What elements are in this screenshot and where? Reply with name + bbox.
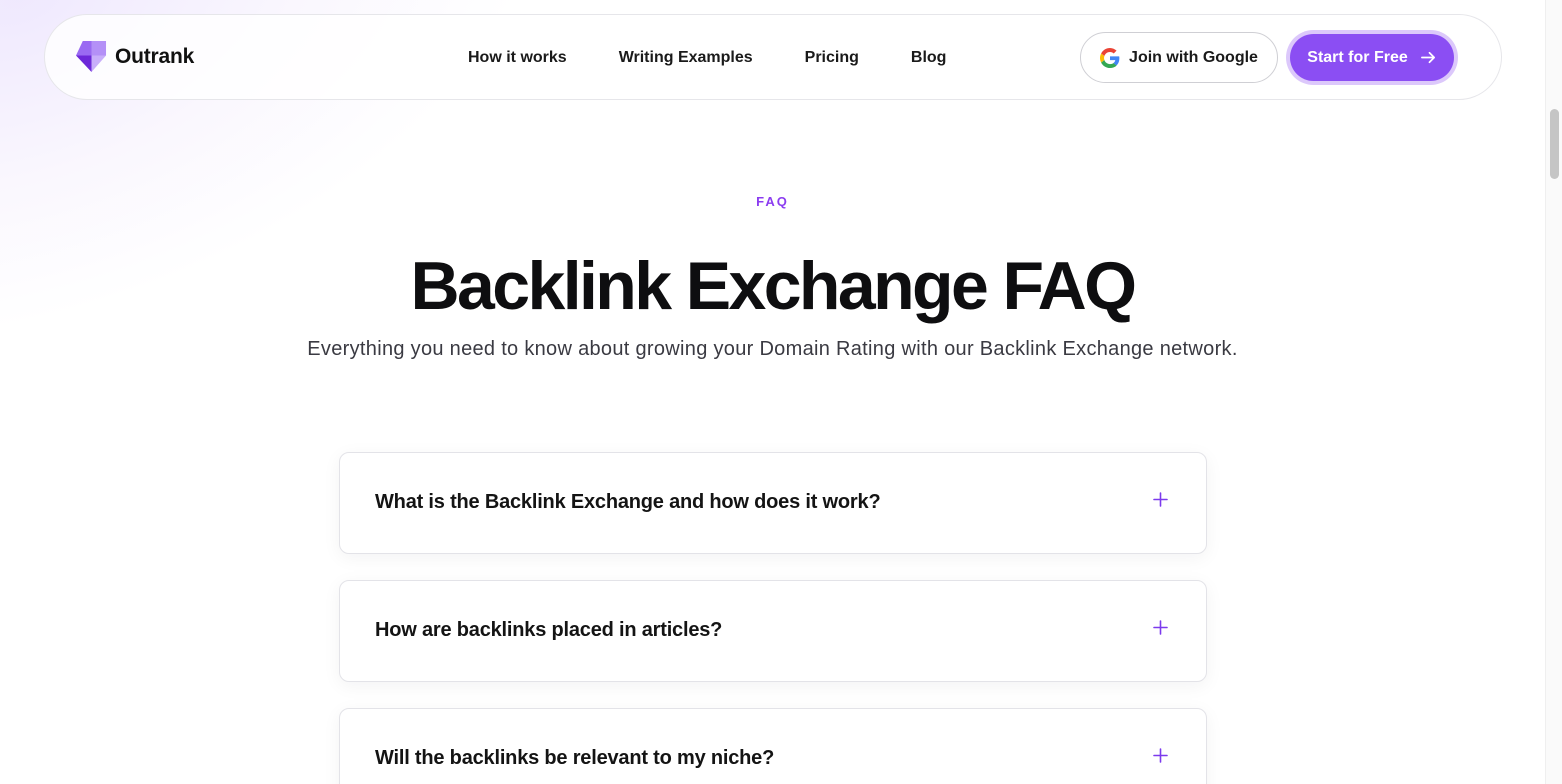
faq-item[interactable]: How are backlinks placed in articles?: [339, 580, 1207, 682]
start-for-free-label: Start for Free: [1307, 48, 1408, 66]
start-for-free-button-ring: Start for Free: [1286, 30, 1458, 85]
nav-link-writing-examples[interactable]: Writing Examples: [619, 49, 753, 67]
brand-name: Outrank: [115, 44, 195, 68]
top-navbar: Outrank How it works Writing Examples Pr…: [44, 14, 1502, 100]
faq-item[interactable]: Will the backlinks be relevant to my nic…: [339, 708, 1207, 784]
nav-link-how-it-works[interactable]: How it works: [468, 49, 567, 67]
scrollbar-thumb[interactable]: [1550, 109, 1559, 179]
brand-logo-link[interactable]: Outrank: [76, 41, 194, 72]
faq-question: How are backlinks placed in articles?: [375, 619, 723, 641]
faq-question: Will the backlinks be relevant to my nic…: [375, 747, 775, 769]
outrank-logo-icon: [76, 41, 107, 72]
page-scrollbar[interactable]: [1545, 0, 1562, 784]
faq-question: What is the Backlink Exchange and how do…: [375, 491, 881, 513]
join-with-google-button[interactable]: Join with Google: [1080, 32, 1278, 83]
nav-link-blog[interactable]: Blog: [911, 49, 947, 67]
faq-item[interactable]: What is the Backlink Exchange and how do…: [339, 452, 1207, 554]
page-title: Backlink Exchange FAQ: [410, 248, 1138, 324]
plus-icon: [1153, 492, 1168, 507]
plus-icon: [1153, 748, 1168, 763]
main-nav: How it works Writing Examples Pricing Bl…: [468, 15, 946, 101]
google-icon: [1100, 47, 1120, 68]
nav-link-pricing[interactable]: Pricing: [805, 49, 859, 67]
start-for-free-button[interactable]: Start for Free: [1290, 34, 1454, 81]
plus-icon: [1153, 620, 1168, 635]
arrow-right-icon: [1420, 51, 1435, 64]
page-subtitle: Everything you need to know about growin…: [307, 338, 1238, 360]
faq-eyebrow: FAQ: [756, 194, 789, 209]
join-with-google-label: Join with Google: [1129, 48, 1258, 66]
